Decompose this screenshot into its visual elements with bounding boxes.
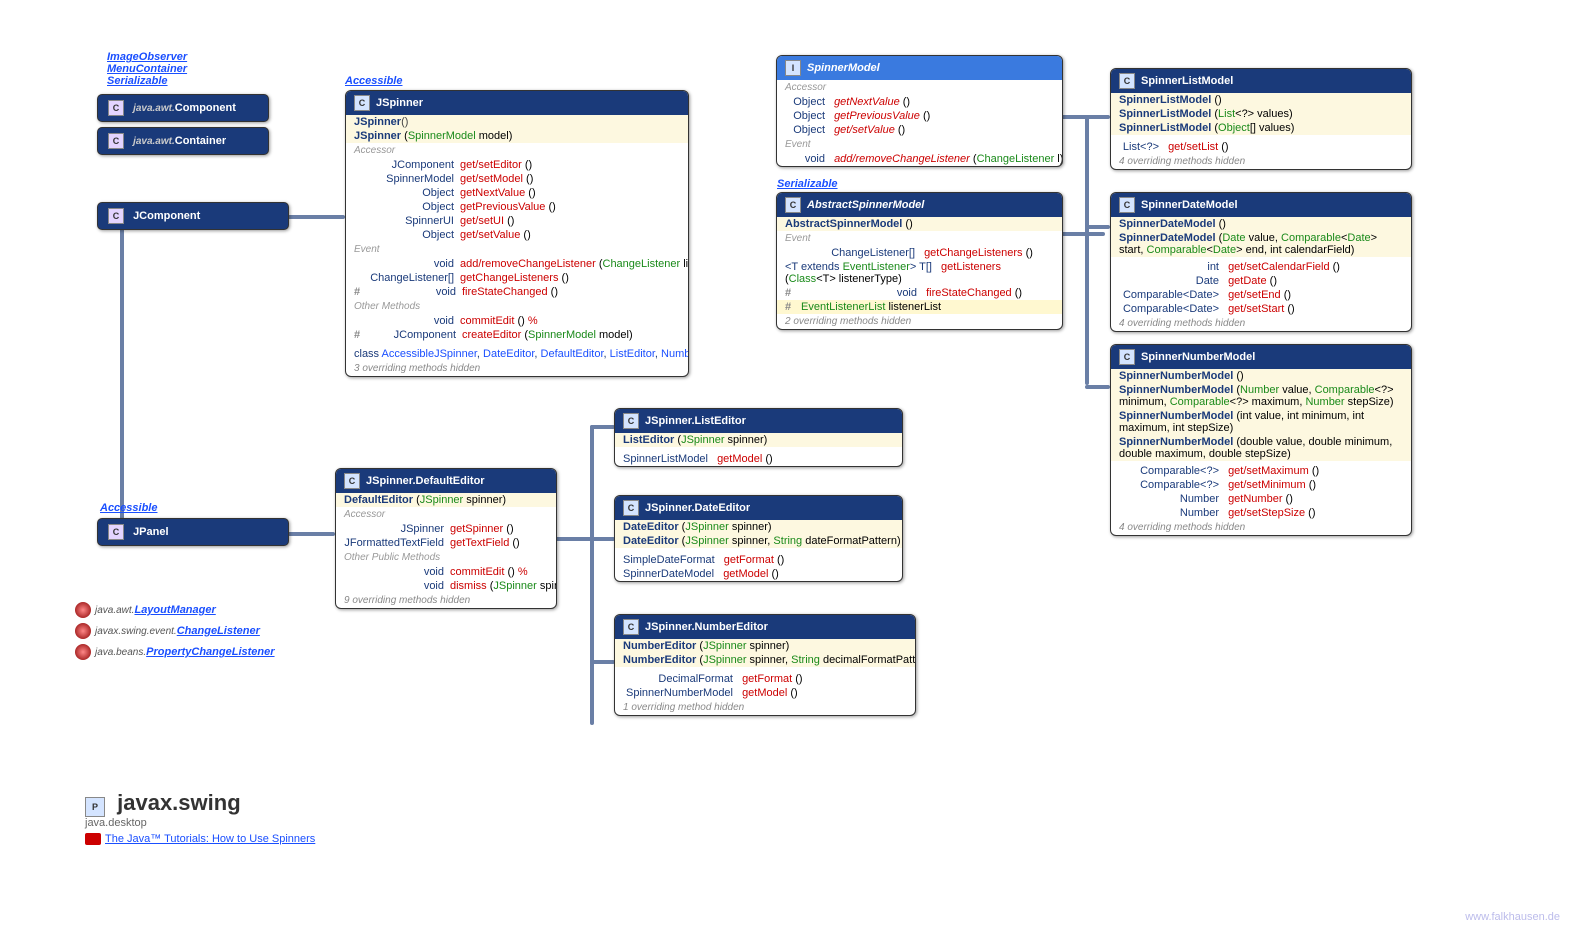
box-spinner-list-model: CSpinnerListModel SpinnerListModel () Sp… bbox=[1110, 68, 1412, 170]
box-spinner-number-model: CSpinnerNumberModel SpinnerNumberModel (… bbox=[1110, 344, 1412, 536]
box-date-editor: CJSpinner.DateEditor DateEditor (JSpinne… bbox=[614, 495, 903, 582]
class-icon: C bbox=[623, 413, 639, 429]
class-icon: C bbox=[108, 133, 124, 149]
line bbox=[590, 425, 594, 725]
line bbox=[590, 425, 615, 429]
box-list-editor: CJSpinner.ListEditor ListEditor (JSpinne… bbox=[614, 408, 903, 467]
box-container: C java.awt.Container bbox=[97, 127, 269, 155]
class-icon: C bbox=[108, 524, 124, 540]
link-serializable[interactable]: Serializable bbox=[107, 75, 187, 87]
line bbox=[590, 660, 615, 664]
link-accessible-2[interactable]: Accessible bbox=[100, 502, 157, 514]
line bbox=[1085, 115, 1089, 385]
line bbox=[1060, 232, 1105, 236]
line bbox=[1085, 225, 1110, 229]
ball-icon bbox=[75, 602, 91, 618]
class-icon: C bbox=[785, 197, 801, 213]
ball-icon bbox=[75, 623, 91, 639]
ball-icon bbox=[75, 644, 91, 660]
class-icon: C bbox=[623, 500, 639, 516]
box-default-editor: CJSpinner.DefaultEditor DefaultEditor (J… bbox=[335, 468, 557, 609]
box-number-editor: CJSpinner.NumberEditor NumberEditor (JSp… bbox=[614, 614, 916, 716]
interface-links: ImageObserver MenuContainer Serializable bbox=[107, 51, 187, 87]
link-tutorials[interactable]: The Java™ Tutorials: How to Use Spinners bbox=[105, 833, 315, 845]
interface-icon: I bbox=[785, 60, 801, 76]
line bbox=[555, 537, 610, 541]
class-icon: C bbox=[108, 100, 124, 116]
link-menucontainer[interactable]: MenuContainer bbox=[107, 63, 187, 75]
line bbox=[1085, 115, 1110, 119]
box-component: C java.awt.Component bbox=[97, 94, 269, 122]
class-icon: C bbox=[344, 473, 360, 489]
link-accessible[interactable]: Accessible bbox=[345, 75, 402, 87]
box-spinner-model: ISpinnerModel Accessor Object getNextVal… bbox=[776, 55, 1063, 167]
oracle-icon bbox=[85, 833, 101, 845]
box-jpanel: C JPanel bbox=[97, 518, 289, 546]
watermark[interactable]: www.falkhausen.de bbox=[1465, 911, 1560, 923]
line bbox=[1085, 385, 1110, 389]
box-abstract-spinner-model: CAbstractSpinnerModel AbstractSpinnerMod… bbox=[776, 192, 1063, 330]
class-icon: C bbox=[1119, 73, 1135, 89]
link-imageobserver[interactable]: ImageObserver bbox=[107, 51, 187, 63]
class-icon: C bbox=[354, 95, 370, 111]
line bbox=[120, 225, 124, 525]
footer: P javax.swing java.desktop The Java™ Tut… bbox=[85, 790, 315, 845]
class-icon: C bbox=[1119, 197, 1135, 213]
interface-links-2: java.awt.LayoutManager javax.swing.event… bbox=[75, 600, 275, 663]
class-icon: C bbox=[108, 208, 124, 224]
package-icon: P bbox=[85, 797, 105, 817]
link-serializable-2[interactable]: Serializable bbox=[777, 178, 838, 190]
box-jcomponent: C JComponent bbox=[97, 202, 289, 230]
box-spinner-date-model: CSpinnerDateModel SpinnerDateModel () Sp… bbox=[1110, 192, 1412, 332]
class-icon: C bbox=[1119, 349, 1135, 365]
box-jspinner: CJSpinner JSpinner() JSpinner (SpinnerMo… bbox=[345, 90, 689, 377]
class-icon: C bbox=[623, 619, 639, 635]
